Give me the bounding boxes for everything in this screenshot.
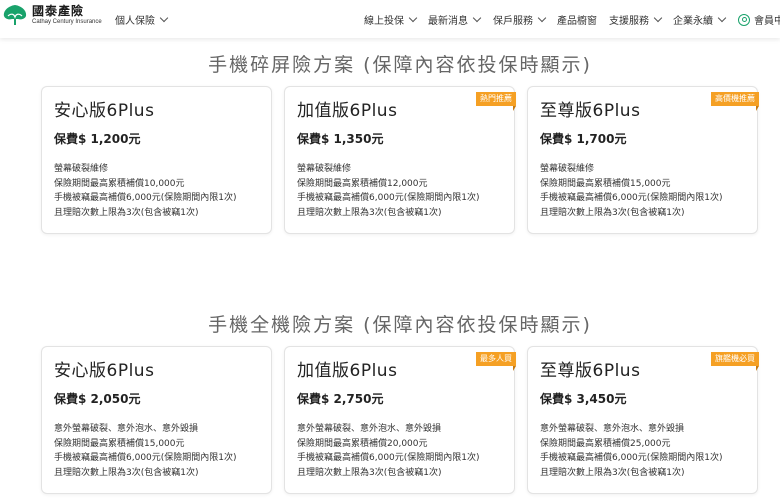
- plan-name: 加值版6Plus: [297, 361, 398, 381]
- plan-name: 至尊版6Plus: [540, 361, 641, 381]
- plan-description: 螢幕破裂維修 保險期間最高累積補償15,000元 手機被竊最高補償6,000元(…: [540, 162, 723, 220]
- nav-item-label: 線上投保: [364, 16, 404, 27]
- nav-item-online-purchase[interactable]: 線上投保: [364, 12, 418, 27]
- tree-logo-icon: [3, 5, 27, 25]
- plan-line: 手機被竊最高補償6,000元(保險期間內限1次): [297, 453, 480, 463]
- plan-card[interactable]: 高價機推薦 至尊版6Plus 保費$ 1,700元 螢幕破裂維修 保險期間最高累…: [527, 86, 759, 234]
- plan-badge: 熱門推薦: [476, 92, 516, 111]
- plan-line: 且理賠次數上限為3次(包含被竊1次): [540, 207, 685, 218]
- chevron-down-icon: [537, 13, 547, 22]
- nav-item-sustainability[interactable]: 企業永續: [673, 12, 727, 27]
- nav-personal-label: 個人保險: [115, 16, 155, 27]
- plan-line: 且理賠次數上限為3次(包含被竊1次): [297, 467, 442, 478]
- plan-name: 安心版6Plus: [54, 101, 155, 121]
- nav-item-policyholder-service[interactable]: 保戶服務: [493, 12, 547, 27]
- plan-description: 意外螢幕破裂、意外泡水、意外毀損 保險期間最高累積補償25,000元 手機被竊最…: [540, 422, 723, 480]
- chevron-down-icon: [717, 13, 727, 22]
- plan-card[interactable]: 最多人買 加值版6Plus 保費$ 2,750元 意外螢幕破裂、意外泡水、意外毀…: [284, 346, 516, 494]
- nav-item-label: 企業永續: [673, 16, 713, 27]
- plan-name: 安心版6Plus: [54, 361, 155, 381]
- plan-card[interactable]: 安心版6Plus 保費$ 1,200元 螢幕破裂維修 保險期間最高累積補償10,…: [41, 86, 272, 234]
- plan-line: 保險期間最高累積補償25,000元: [540, 438, 671, 449]
- plan-price: 保費$ 2,750元: [297, 392, 384, 406]
- nav-item-label: 產品櫥窗: [557, 16, 597, 27]
- plan-card[interactable]: 旗艦機必買 至尊版6Plus 保費$ 3,450元 意外螢幕破裂、意外泡水、意外…: [527, 346, 759, 494]
- plan-line: 手機被竊最高補償6,000元(保險期間內限1次): [540, 453, 723, 463]
- plan-card[interactable]: 安心版6Plus 保費$ 2,050元 意外螢幕破裂、意外泡水、意外毀損 保險期…: [41, 346, 272, 494]
- plan-line: 意外螢幕破裂、意外泡水、意外毀損: [297, 424, 442, 434]
- nav-item-products[interactable]: 產品櫥窗: [557, 12, 597, 27]
- plan-line: 手機被竊最高補償6,000元(保險期間內限1次): [540, 193, 723, 203]
- plan-line: 且理賠次數上限為3次(包含被竊1次): [54, 467, 199, 478]
- plan-line: 手機被竊最高補償6,000元(保險期間內限1次): [297, 193, 480, 203]
- plan-line: 保險期間最高累積補償12,000元: [297, 178, 428, 189]
- nav-personal-insurance[interactable]: 個人保險: [115, 12, 169, 27]
- plan-line: 意外螢幕破裂、意外泡水、意外毀損: [54, 424, 199, 434]
- nav-item-support[interactable]: 支援服務: [609, 12, 663, 27]
- nav-item-label: 支援服務: [609, 16, 649, 27]
- nav-item-label: 保戶服務: [493, 16, 533, 27]
- plan-price: 保費$ 2,050元: [54, 392, 141, 406]
- plan-line: 且理賠次數上限為3次(包含被竊1次): [297, 207, 442, 218]
- plan-line: 螢幕破裂維修: [297, 164, 352, 174]
- plan-line: 且理賠次數上限為3次(包含被竊1次): [540, 467, 685, 478]
- plan-price: 保費$ 3,450元: [540, 392, 627, 406]
- nav-item-label: 最新消息: [428, 16, 468, 27]
- chevron-down-icon: [472, 13, 482, 22]
- plan-description: 意外螢幕破裂、意外泡水、意外毀損 保險期間最高累積補償20,000元 手機被竊最…: [297, 422, 480, 480]
- plan-description: 螢幕破裂維修 保險期間最高累積補償10,000元 手機被竊最高補償6,000元(…: [54, 162, 237, 220]
- plan-line: 螢幕破裂維修: [540, 164, 595, 174]
- nav-member-label: 會員中心: [754, 16, 780, 27]
- nav-item-news[interactable]: 最新消息: [428, 12, 482, 27]
- plan-price: 保費$ 1,200元: [54, 132, 141, 146]
- plan-price: 保費$ 1,700元: [540, 132, 627, 146]
- plan-line: 且理賠次數上限為3次(包含被竊1次): [54, 207, 199, 218]
- plan-name: 至尊版6Plus: [540, 101, 641, 121]
- section-title-screen-insurance: 手機碎屏險方案 (保障內容依投保時顯示): [208, 54, 592, 76]
- plan-badge: 高價機推薦: [711, 92, 759, 111]
- plan-badge: 最多人買: [476, 352, 516, 371]
- section-title-full-insurance: 手機全機險方案 (保障內容依投保時顯示): [208, 314, 592, 336]
- plan-line: 保險期間最高累積補償20,000元: [297, 438, 428, 449]
- plan-price: 保費$ 1,350元: [297, 132, 384, 146]
- plan-description: 意外螢幕破裂、意外泡水、意外毀損 保險期間最高累積補償15,000元 手機被竊最…: [54, 422, 237, 480]
- plan-card[interactable]: 熱門推薦 加值版6Plus 保費$ 1,350元 螢幕破裂維修 保險期間最高累積…: [284, 86, 516, 234]
- brand-logo[interactable]: 國泰產險 Cathay Century Insurance: [2, 4, 102, 26]
- chevron-down-icon: [408, 13, 418, 22]
- brand-name-en: Cathay Century Insurance: [32, 19, 102, 25]
- plan-line: 意外螢幕破裂、意外泡水、意外毀損: [540, 424, 685, 434]
- plan-line: 手機被竊最高補償6,000元(保險期間內限1次): [54, 193, 237, 203]
- plan-badge: 旗艦機必買: [711, 352, 759, 371]
- plan-line: 保險期間最高累積補償15,000元: [54, 438, 185, 449]
- plan-line: 手機被竊最高補償6,000元(保險期間內限1次): [54, 453, 237, 463]
- site-header: 國泰產險 Cathay Century Insurance 個人保險 線上投保 …: [0, 0, 780, 38]
- chevron-down-icon: [159, 13, 169, 22]
- chevron-down-icon: [653, 13, 663, 22]
- plan-line: 螢幕破裂維修: [54, 164, 109, 174]
- nav-member-center[interactable]: 會員中心: [738, 12, 780, 27]
- plan-line: 保險期間最高累積補償10,000元: [54, 178, 185, 189]
- plan-description: 螢幕破裂維修 保險期間最高累積補償12,000元 手機被竊最高補償6,000元(…: [297, 162, 480, 220]
- plan-name: 加值版6Plus: [297, 101, 398, 121]
- plan-line: 保險期間最高累積補償15,000元: [540, 178, 671, 189]
- user-icon: [738, 13, 750, 26]
- brand-name-cn: 國泰產險: [32, 4, 85, 18]
